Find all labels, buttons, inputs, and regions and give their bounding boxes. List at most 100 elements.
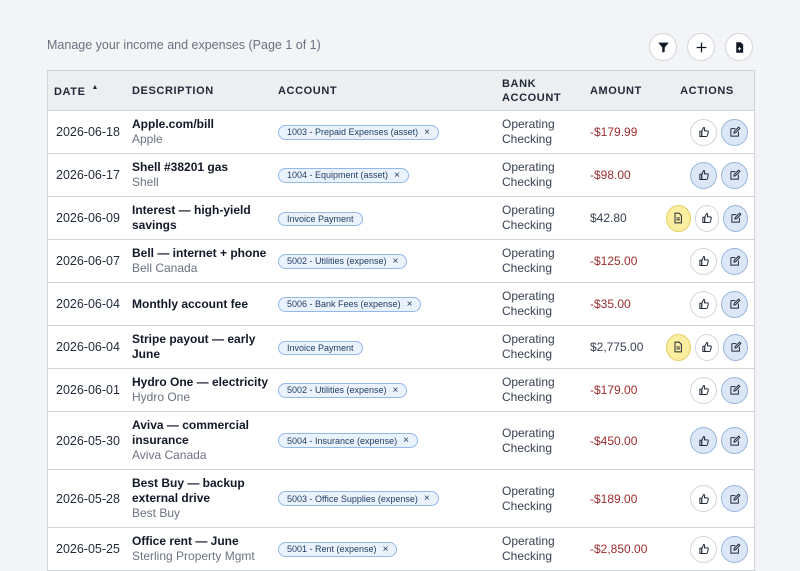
table-row[interactable]: 2026-06-04 Monthly account fee 5006 - Ba… [48, 282, 754, 326]
column-header-date[interactable]: DATE ▲ [48, 71, 126, 111]
edit-button[interactable] [721, 485, 748, 512]
approve-button[interactable] [690, 485, 717, 512]
thumbs-up-icon [698, 543, 710, 555]
remove-account-icon[interactable]: × [394, 170, 400, 181]
remove-account-icon[interactable]: × [403, 435, 409, 446]
approve-button[interactable] [694, 333, 720, 361]
filter-icon [657, 42, 669, 53]
row-description: Shell #38201 gas Shell [126, 153, 272, 197]
account-chip[interactable]: 1003 - Prepaid Expenses (asset) × [278, 124, 439, 140]
account-chip-label: 5003 - Office Supplies (expense) [287, 493, 418, 504]
column-header-actions: ACTIONS [660, 71, 754, 111]
remove-account-icon[interactable]: × [407, 299, 413, 310]
approve-button[interactable] [690, 376, 717, 404]
remove-account-icon[interactable]: × [383, 544, 389, 555]
table-row[interactable]: 2026-06-09 Interest — high-yield savings… [48, 196, 754, 240]
table-row[interactable]: 2026-06-18 Apple.com/bill Apple 1003 - P… [48, 110, 754, 154]
edit-button[interactable] [721, 161, 748, 189]
row-account: Invoice Payment [272, 325, 496, 369]
column-header-description[interactable]: DESCRIPTION [126, 71, 272, 111]
edit-button[interactable] [721, 427, 748, 454]
row-actions [660, 196, 754, 240]
edit-icon [730, 341, 742, 353]
account-chip[interactable]: 5002 - Utilities (expense) × [278, 382, 408, 398]
edit-button[interactable] [721, 290, 748, 318]
row-description-vendor: Shell [132, 175, 159, 189]
row-description-vendor: Hydro One [132, 390, 191, 404]
account-chip-label: 5002 - Utilities (expense) [287, 256, 387, 267]
edit-button[interactable] [721, 535, 748, 563]
table-row[interactable]: 2026-05-25 Office rent — June Sterling P… [48, 527, 754, 571]
account-chip[interactable]: 5003 - Office Supplies (expense) × [278, 491, 439, 507]
approve-button[interactable] [690, 118, 717, 146]
row-bank-account: Operating Checking [496, 368, 584, 412]
row-amount: -$450.00 [584, 411, 660, 470]
view-document-button[interactable] [665, 204, 691, 232]
edit-icon [729, 543, 741, 555]
remove-account-icon[interactable]: × [424, 493, 430, 504]
account-chip[interactable]: 5002 - Utilities (expense) × [278, 253, 408, 269]
remove-account-icon[interactable]: × [393, 385, 399, 396]
account-chip[interactable]: Invoice Payment [278, 340, 363, 355]
row-description-title: Hydro One — electricity [132, 375, 269, 389]
row-description: Aviva — commercial insurance Aviva Canad… [126, 411, 272, 470]
approve-button[interactable] [690, 290, 717, 318]
approve-button[interactable] [690, 535, 717, 563]
export-button[interactable] [725, 33, 753, 61]
account-chip[interactable]: 5004 - Insurance (expense) × [278, 433, 418, 449]
account-chip[interactable]: 1004 - Equipment (asset) × [278, 167, 409, 183]
column-header-account[interactable]: ACCOUNT [272, 71, 496, 111]
column-header-bank-account[interactable]: BANK ACCOUNT [496, 71, 584, 111]
row-description: Best Buy — backup external drive Best Bu… [126, 469, 272, 528]
account-chip-label: Invoice Payment [287, 213, 354, 224]
row-account: 5006 - Bank Fees (expense) × [272, 282, 496, 326]
filter-button[interactable] [649, 33, 677, 61]
table-row[interactable]: 2026-05-28 Best Buy — backup external dr… [48, 469, 754, 528]
row-actions [660, 110, 754, 154]
table-row[interactable]: 2026-05-30 Aviva — commercial insurance … [48, 411, 754, 470]
column-header-date-label: DATE [54, 85, 86, 98]
edit-button[interactable] [721, 247, 748, 275]
account-chip-label: 5004 - Insurance (expense) [287, 435, 398, 446]
thumbs-up-icon [698, 298, 710, 310]
row-description: Bell — internet + phone Bell Canada [126, 239, 272, 283]
thumbs-up-icon [698, 493, 710, 505]
account-chip[interactable]: 5001 - Rent (expense) × [278, 541, 398, 557]
edit-button[interactable] [723, 204, 748, 232]
row-account: 1004 - Equipment (asset) × [272, 153, 496, 197]
row-account: 5003 - Office Supplies (expense) × [272, 469, 496, 528]
account-chip[interactable]: 5006 - Bank Fees (expense) × [278, 296, 422, 312]
add-transaction-button[interactable] [687, 33, 715, 61]
table-header-row: DATE ▲ DESCRIPTION ACCOUNT BANK ACCOUNT A… [48, 71, 754, 111]
row-description: Office rent — June Sterling Property Mgm… [126, 527, 272, 571]
table-row[interactable]: 2026-06-04 Stripe payout — early June In… [48, 325, 754, 369]
row-description-title: Interest — high-yield savings [132, 203, 251, 232]
row-actions [660, 469, 754, 528]
row-actions [660, 282, 754, 326]
row-description: Interest — high-yield savings [126, 196, 272, 240]
table-row[interactable]: 2026-06-17 Shell #38201 gas Shell 1004 -… [48, 153, 754, 197]
view-document-button[interactable] [665, 333, 691, 361]
approve-button[interactable] [694, 204, 720, 232]
edit-button[interactable] [723, 333, 748, 361]
account-chip[interactable]: Invoice Payment [278, 211, 363, 226]
row-bank-account: Operating Checking [496, 153, 584, 197]
row-account: 1003 - Prepaid Expenses (asset) × [272, 110, 496, 154]
edit-button[interactable] [721, 118, 748, 146]
row-amount: -$35.00 [584, 282, 660, 326]
row-description-vendor: Bell Canada [132, 261, 198, 275]
approve-button[interactable] [690, 247, 717, 275]
table-row[interactable]: 2026-06-01 Hydro One — electricity Hydro… [48, 368, 754, 412]
thumbs-up-icon [698, 384, 710, 396]
row-actions [660, 239, 754, 283]
column-header-amount[interactable]: AMOUNT [584, 71, 660, 111]
table-row[interactable]: 2026-06-07 Bell — internet + phone Bell … [48, 239, 754, 283]
approve-button[interactable] [690, 427, 717, 454]
edit-button[interactable] [721, 376, 748, 404]
approve-button[interactable] [690, 161, 717, 189]
row-amount: -$2,850.00 [584, 527, 660, 571]
row-description-title: Apple.com/bill [132, 117, 215, 131]
row-description-title: Best Buy — backup external drive [132, 476, 245, 505]
remove-account-icon[interactable]: × [424, 127, 430, 138]
remove-account-icon[interactable]: × [393, 256, 399, 267]
